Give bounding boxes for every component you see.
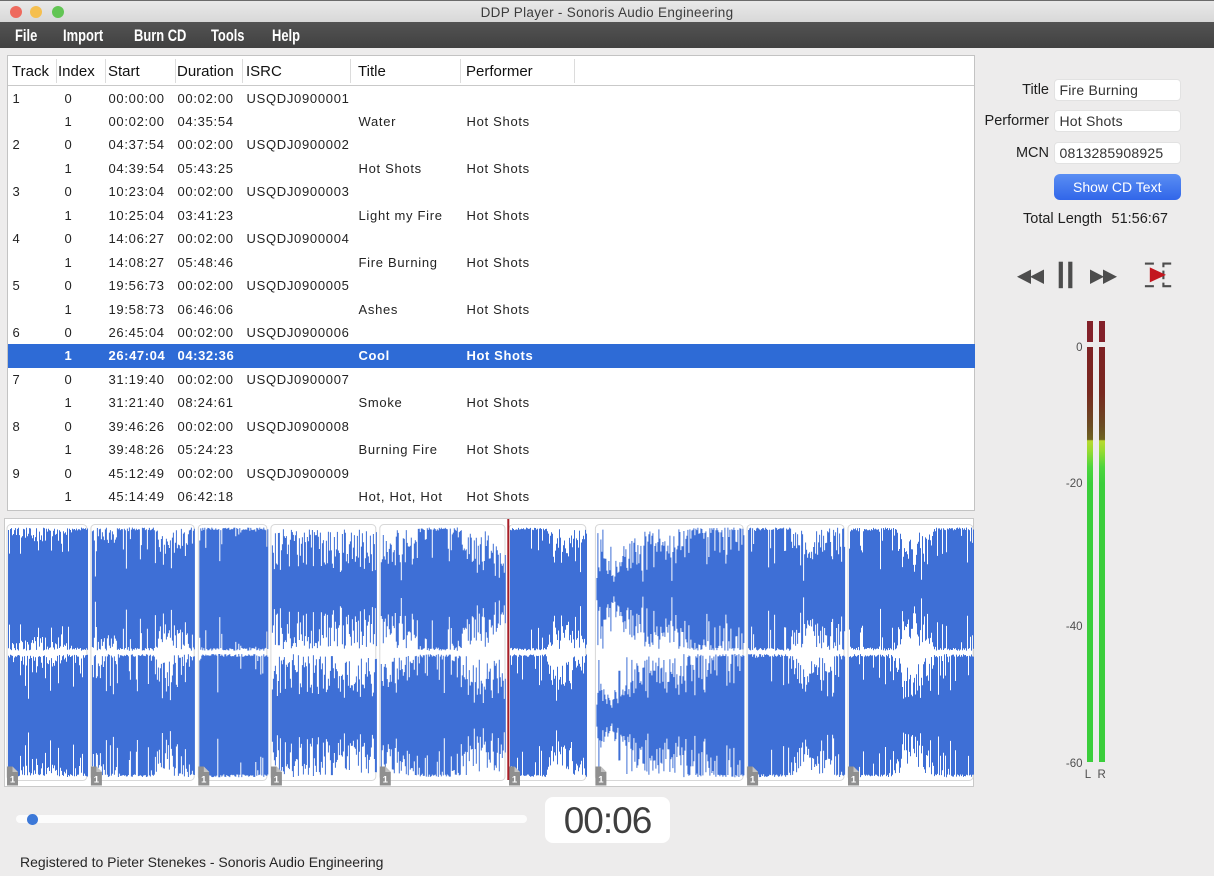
svg-text:1: 1 <box>382 774 388 785</box>
svg-text:1: 1 <box>273 774 279 785</box>
svg-text:1: 1 <box>511 774 517 785</box>
svg-text:1: 1 <box>598 774 604 785</box>
svg-text:1: 1 <box>749 774 755 785</box>
svg-text:1: 1 <box>9 774 15 785</box>
svg-text:1: 1 <box>93 774 99 785</box>
svg-text:1: 1 <box>201 774 207 785</box>
svg-text:1: 1 <box>850 774 856 785</box>
